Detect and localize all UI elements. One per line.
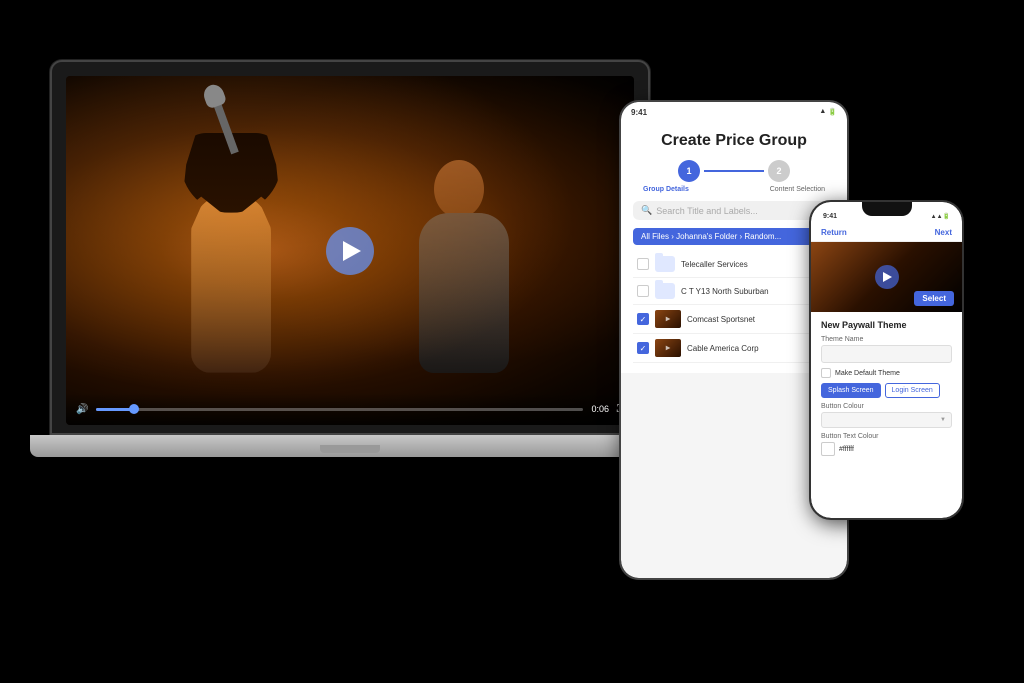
phone-next-button[interactable]: Next [935,228,952,237]
phone-header: Return Next [811,222,962,242]
guitarist-body [419,213,509,373]
phone-video-action-btn[interactable]: Select [914,291,954,306]
step-indicator: 1 2 [633,160,835,182]
phone-back-button[interactable]: Return [821,228,847,237]
laptop: 🔊 0:06 ⛶ [50,60,670,480]
login-screen-tab[interactable]: Login Screen [885,383,940,398]
make-default-row[interactable]: Make Default Theme [821,368,952,378]
phone-section-title: New Paywall Theme [821,320,952,330]
phone-notch [862,202,912,216]
phone-device: 9:41 ▲▲🔋 Return Next Select New Paywall … [809,200,964,520]
search-icon: 🔍 [641,205,652,216]
video-thumb-3 [655,310,681,328]
folder-icon-1 [655,256,675,272]
file-checkbox-4[interactable] [637,342,649,354]
video-controls-bar: 🔊 0:06 ⛶ [66,393,634,425]
battery-icon: 🔋 [828,108,837,116]
video-progress-track[interactable] [96,408,583,411]
tablet-search-bar[interactable]: 🔍 Search Title and Labels... [633,201,835,220]
volume-icon[interactable]: 🔊 [76,404,88,415]
laptop-camera-notch [320,445,380,453]
button-text-colour-value: #ffffff [839,446,854,453]
singer-body [191,193,271,373]
guitarist-head [434,160,484,218]
step-2-circle: 2 [768,160,790,182]
folder-icon-2 [655,283,675,299]
step-connector [704,170,764,172]
button-colour-dropdown[interactable]: ▼ [821,412,952,428]
screen-type-tabs: Splash Screen Login Screen [821,383,952,398]
phone-clock: 9:41 [823,213,837,220]
progress-scrubber [129,404,139,414]
video-time: 0:06 [591,404,609,414]
phone-screen: 9:41 ▲▲🔋 Return Next Select New Paywall … [811,202,962,518]
file-item-4[interactable]: Cable America Corp [633,334,835,363]
file-checkbox-3[interactable] [637,313,649,325]
wifi-icon: ▲ [819,108,826,116]
theme-name-input[interactable] [821,345,952,363]
button-text-colour-field: #ffffff [821,442,952,456]
tablet-status-bar: 9:41 ▲ 🔋 [621,102,847,122]
button-text-colour-swatch[interactable] [821,442,835,456]
breadcrumb-bar: All Files › Johanna's Folder › Random... [633,228,835,245]
file-checkbox-2[interactable] [637,285,649,297]
scene: 🔊 0:06 ⛶ 9:41 [0,0,1024,683]
phone-paywall-section: New Paywall Theme Theme Name Make Defaul… [811,312,962,468]
laptop-screen: 🔊 0:06 ⛶ [66,76,634,425]
file-item-1[interactable]: Telecaller Services [633,251,835,278]
step-2-label: Content Selection [770,186,825,193]
mic-head [201,82,227,110]
tablet-clock: 9:41 [631,108,647,117]
file-item-2[interactable]: C T Y13 North Suburban [633,278,835,305]
phone-video-play-button[interactable] [875,265,899,289]
file-checkbox-1[interactable] [637,258,649,270]
phone-play-icon [883,272,892,282]
phone-video-area: Select [811,242,962,312]
guitarist-figure [389,133,549,373]
button-text-colour-label: Button Text Colour [821,433,952,440]
play-icon [343,241,361,261]
video-thumb-4 [655,339,681,357]
laptop-bezel: 🔊 0:06 ⛶ [50,60,650,435]
dropdown-arrow-icon: ▼ [940,417,946,423]
theme-name-label: Theme Name [821,336,952,343]
file-item-3[interactable]: Comcast Sportsnet [633,305,835,334]
singer-figure [151,113,351,373]
breadcrumb-text: All Files › Johanna's Folder › Random... [641,232,781,241]
tablet-modal-title: Create Price Group [633,132,835,150]
step-labels: Group Details Content Selection [633,186,835,193]
step-1-circle: 1 [678,160,700,182]
video-progress-fill [96,408,135,411]
concert-video-bg: 🔊 0:06 ⛶ [66,76,634,425]
button-colour-label: Button Colour [821,403,952,410]
make-default-label: Make Default Theme [835,370,900,377]
splash-screen-tab[interactable]: Splash Screen [821,383,881,398]
search-placeholder: Search Title and Labels... [656,206,758,216]
tablet-status-icons: ▲ 🔋 [819,108,837,116]
video-play-button[interactable] [326,227,374,275]
make-default-checkbox[interactable] [821,368,831,378]
step-1-label: Group Details [643,186,689,193]
phone-status-icons: ▲▲🔋 [931,213,950,220]
